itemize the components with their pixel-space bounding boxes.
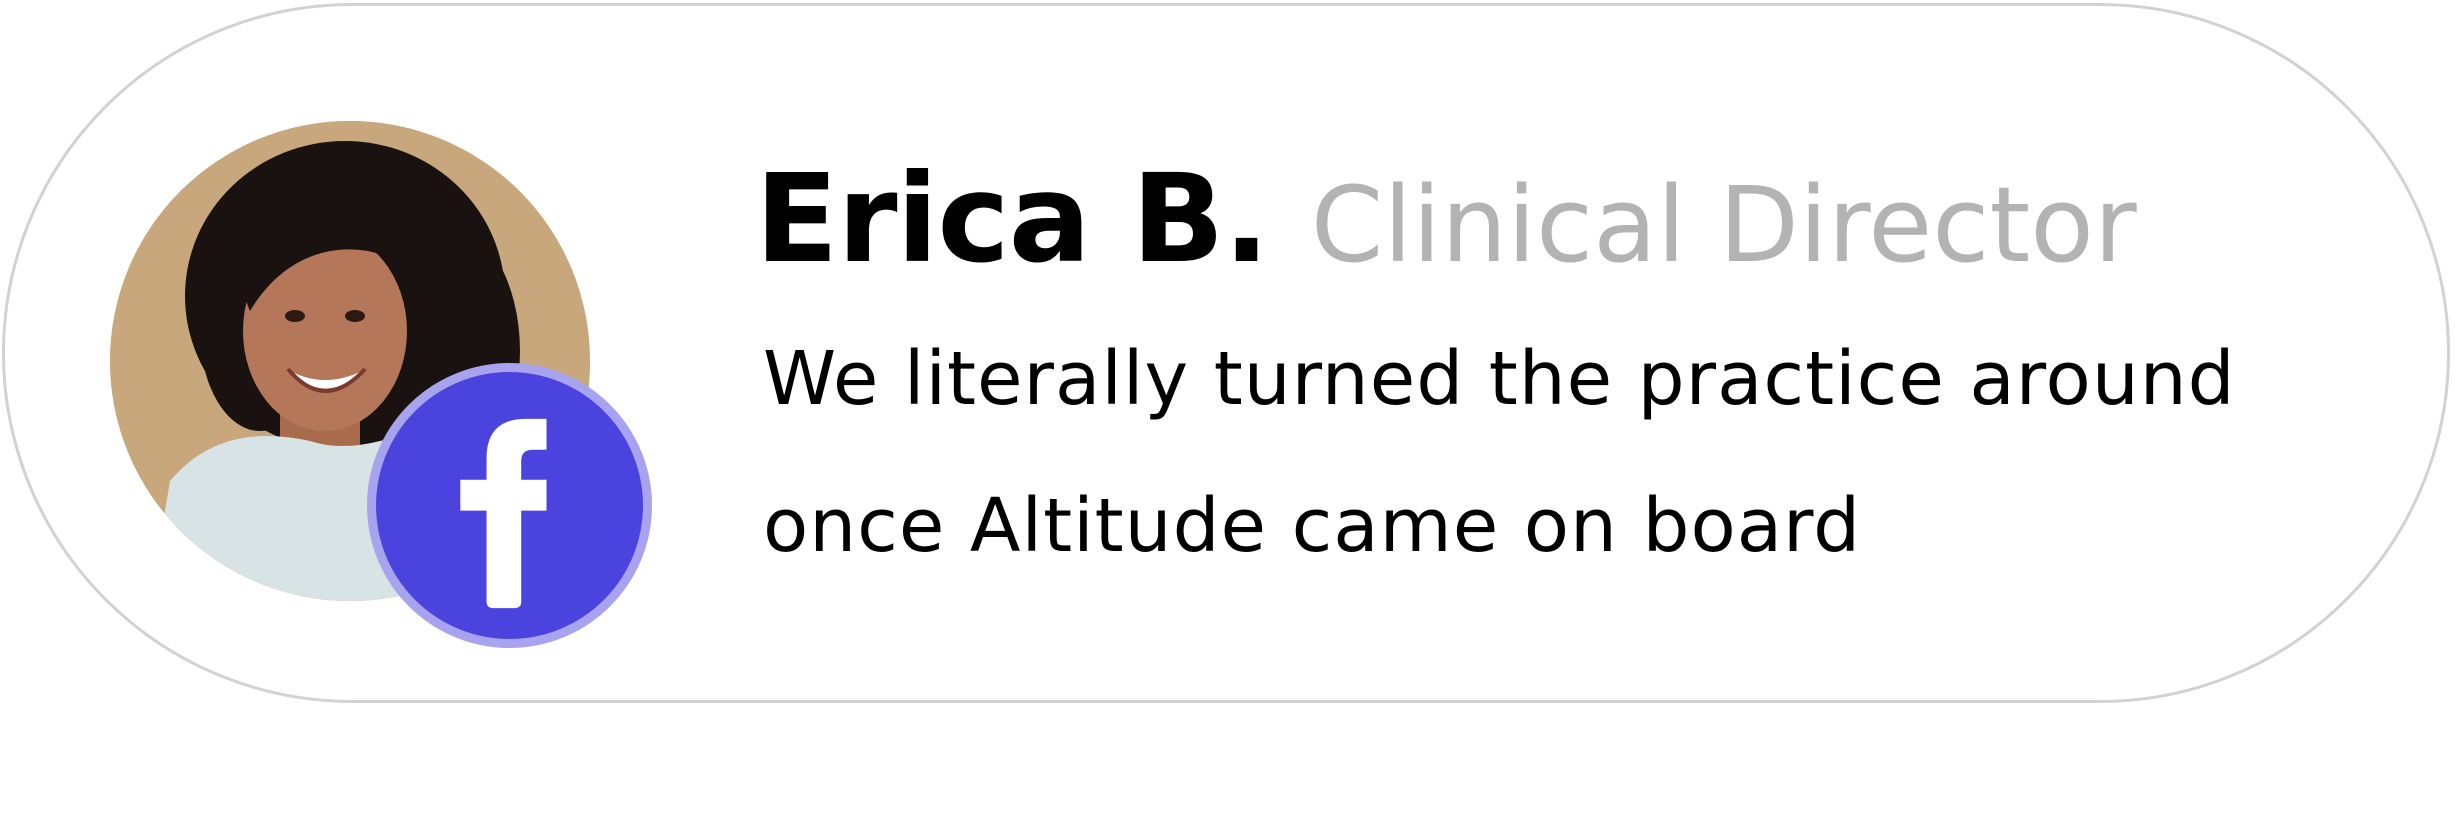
testimonial-quote: We literally turned the practice around …: [763, 336, 2236, 569]
person-role: Clinical Director: [1310, 164, 2137, 286]
facebook-icon: [460, 418, 547, 609]
name-row: Erica B. Clinical Director: [755, 144, 2137, 300]
testimonial-stage: Erica B. Clinical Director We literally t…: [0, 0, 2455, 840]
person-name: Erica B.: [755, 148, 1270, 290]
facebook-badge[interactable]: [367, 363, 652, 648]
testimonial-card: Erica B. Clinical Director We literally t…: [2, 3, 2450, 703]
